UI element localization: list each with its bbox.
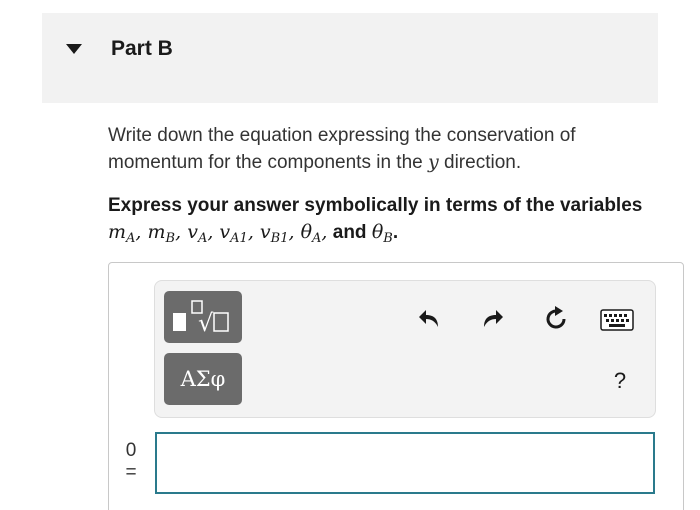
and-word: and [332, 222, 367, 243]
lhs-equals: = [125, 462, 137, 483]
variable-list: mA, mB, vA, vA1, vB1, θA, [108, 221, 328, 246]
templates-icon: √ [173, 300, 229, 337]
instruction-variable: y [428, 151, 439, 173]
answer-format-hint: Express your answer symbolically in term… [108, 195, 643, 246]
part-title: Part B [111, 37, 173, 60]
express-text: Express your answer symbolically in term… [108, 195, 643, 216]
lhs-zero: 0 [125, 440, 137, 461]
last-variable: θB [371, 221, 393, 246]
svg-text:√: √ [198, 309, 214, 337]
answer-input[interactable] [155, 432, 655, 494]
symbols-button[interactable]: ΑΣφ [164, 353, 242, 405]
instruction-text-end: direction. [444, 152, 522, 173]
collapse-caret-icon[interactable] [66, 44, 82, 54]
reset-icon[interactable] [540, 303, 572, 335]
redo-icon[interactable] [476, 303, 508, 335]
help-button[interactable]: ? [604, 365, 636, 397]
templates-button[interactable]: √ [164, 291, 242, 343]
equation-lhs: 0 = [123, 440, 139, 484]
undo-icon[interactable] [414, 303, 446, 335]
question-instruction: Write down the equation expressing the c… [108, 123, 668, 176]
keyboard-icon[interactable] [600, 307, 634, 333]
